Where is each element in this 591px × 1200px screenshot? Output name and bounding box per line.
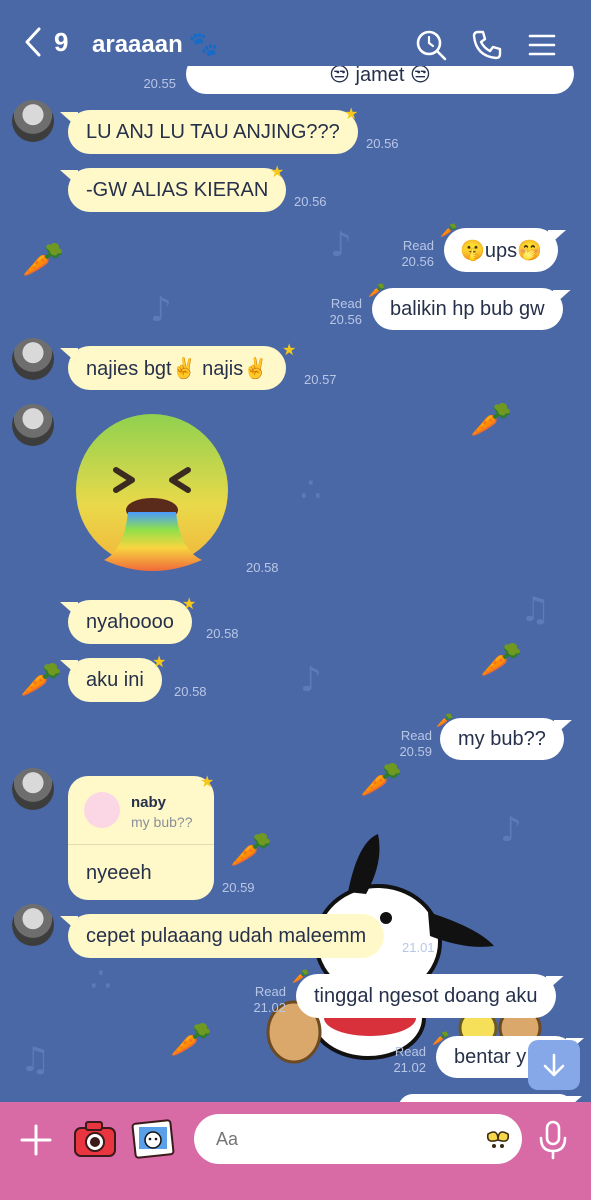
message-text: nyahoooo (86, 610, 174, 633)
carrot-pattern-icon: 🥕 (480, 640, 523, 680)
plus-icon[interactable] (18, 1122, 54, 1158)
read-receipt-group: Read 20.56 (322, 296, 362, 328)
music-note-pattern-icon: ♫ (20, 1040, 51, 1080)
star-decoration-icon: ★ (152, 654, 167, 671)
phone-icon[interactable] (470, 28, 504, 62)
outgoing-message-bubble[interactable]: my bub?? (440, 718, 564, 760)
incoming-message-bubble[interactable]: cepet pulaaang udah maleemm (68, 914, 385, 958)
contact-avatar[interactable] (12, 338, 54, 380)
music-note-pattern-icon: ♪ (330, 225, 352, 265)
star-decoration-icon: ★ (270, 164, 285, 181)
music-note-pattern-icon: ♪ (150, 290, 172, 330)
outgoing-message-bubble[interactable]: balikin hp bub gw (372, 288, 563, 330)
message-composer (0, 1102, 591, 1200)
chat-header-foreground: 9 araaaan 🐾 (0, 0, 591, 92)
incoming-message-bubble[interactable]: nyahoooo (68, 600, 192, 644)
star-decoration-icon: ★ (200, 774, 215, 791)
read-receipt-group: Read 20.56 (394, 238, 434, 270)
message-time: 20.59 (222, 880, 255, 895)
sticker-emoji-icon[interactable] (484, 1126, 512, 1154)
outgoing-message-bubble[interactable]: tinggal ngesot doang aku (296, 974, 556, 1018)
paw-icon: 🐾 (188, 31, 219, 58)
message-text: my bub?? (458, 727, 546, 750)
quoted-user-avatar (84, 792, 120, 828)
message-time: 20.56 (329, 312, 362, 327)
arrow-down-icon (543, 1053, 565, 1077)
carrot-pattern-icon: 🥕 (20, 660, 63, 700)
message-text: 🤫ups🤭 (460, 239, 543, 262)
carrot-pattern-icon: 🥕 (360, 760, 403, 800)
message-time: 20.58 (206, 626, 239, 641)
contact-avatar[interactable] (12, 100, 54, 142)
read-receipt: Read (330, 296, 362, 311)
vomiting-face-sticker[interactable] (74, 410, 234, 580)
message-time: 20.59 (399, 744, 432, 759)
reply-message-bubble[interactable]: naby my bub?? nyeeeh (68, 776, 214, 900)
search-icon[interactable] (414, 28, 448, 62)
quoted-message-text[interactable]: my bub?? (131, 814, 192, 830)
carrot-pattern-icon: 🥕 (470, 400, 513, 440)
message-text: najies bgt✌️ najis✌️ (86, 357, 269, 380)
message-time: 20.58 (246, 560, 279, 575)
read-receipt: Read (394, 1044, 426, 1059)
music-note-pattern-icon: ♫ (520, 590, 551, 630)
back-button[interactable]: 9 (22, 26, 68, 58)
scroll-to-bottom-button[interactable] (528, 1040, 580, 1090)
read-receipt-group: Read 21.02 (386, 1044, 426, 1076)
message-time: 20.56 (366, 136, 399, 151)
incoming-message-bubble[interactable]: -GW ALIAS KIERAN (68, 168, 287, 212)
star-decoration-icon: ★ (344, 106, 359, 123)
microphone-icon[interactable] (538, 1120, 568, 1160)
message-input[interactable] (194, 1114, 522, 1164)
contact-avatar[interactable] (12, 768, 54, 810)
reply-divider (68, 844, 214, 845)
message-text: tinggal ngesot doang aku (314, 984, 538, 1007)
message-text: -GW ALIAS KIERAN (86, 178, 269, 201)
incoming-message-bubble[interactable]: LU ANJ LU TAU ANJING??? (68, 110, 358, 154)
incoming-message-bubble[interactable]: najies bgt✌️ najis✌️ (68, 346, 287, 390)
unread-count: 9 (54, 26, 69, 57)
message-text: LU ANJ LU TAU ANJING??? (86, 120, 340, 143)
message-text: aku ini (86, 668, 144, 691)
carrot-pattern-icon: 🥕 (22, 240, 65, 280)
message-time: 20.56 (294, 194, 327, 209)
contact-avatar[interactable] (12, 404, 54, 446)
quoted-user-name: naby (131, 794, 167, 811)
message-text: bentar y (454, 1045, 527, 1068)
contact-avatar[interactable] (12, 904, 54, 946)
star-decoration-icon: ★ (182, 596, 197, 613)
chat-title-text: araaaan (92, 30, 183, 58)
paw-pattern-icon: ∴ (90, 960, 112, 1000)
camera-icon[interactable] (72, 1116, 118, 1162)
message-text: cepet pulaaang udah maleemm (86, 924, 367, 947)
gallery-icon[interactable] (130, 1116, 176, 1162)
carrot-pattern-icon: 🥕 (170, 1020, 213, 1060)
message-text: nyeeeh (86, 862, 152, 884)
music-note-pattern-icon: ♪ (300, 660, 322, 700)
message-time: 21.02 (393, 1060, 426, 1075)
message-time: 21.01 (402, 940, 435, 955)
read-receipt: Read (400, 728, 432, 743)
paw-pattern-icon: ∴ (300, 470, 322, 510)
message-time: 20.57 (304, 372, 337, 387)
message-text: balikin hp bub gw (390, 297, 545, 320)
message-time: 21.02 (253, 1000, 286, 1015)
menu-icon[interactable] (526, 28, 560, 62)
chevron-left-icon (25, 27, 41, 57)
chat-title[interactable]: araaaan 🐾 (92, 30, 219, 59)
message-time: 20.56 (401, 254, 434, 269)
read-receipt-group: Read 20.59 (392, 728, 432, 760)
outgoing-message-bubble[interactable]: 🤫ups🤭 (444, 228, 559, 272)
read-receipt-group: Read 21.02 (246, 984, 286, 1016)
message-time: 20.58 (174, 684, 207, 699)
read-receipt: Read (402, 238, 434, 253)
read-receipt: Read (254, 984, 286, 999)
incoming-message-bubble[interactable]: aku ini (68, 658, 162, 702)
star-decoration-icon: ★ (282, 342, 297, 359)
